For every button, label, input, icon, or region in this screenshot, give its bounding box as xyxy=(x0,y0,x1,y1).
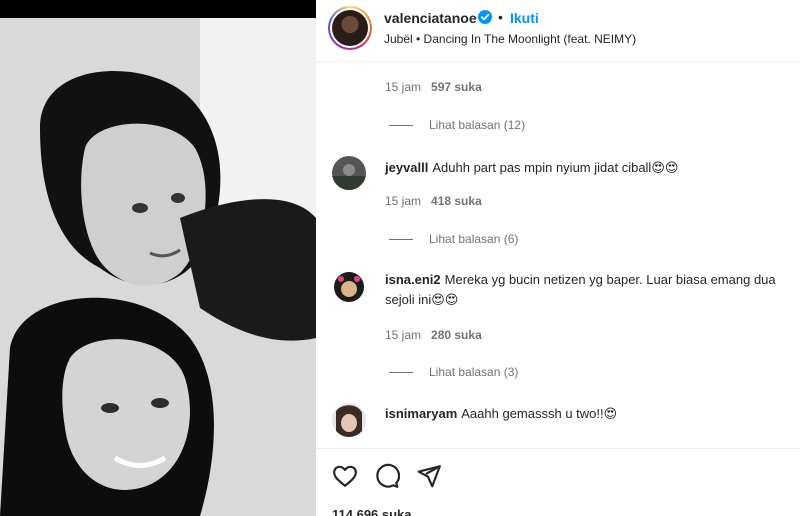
comment-time[interactable]: 15 jam xyxy=(385,194,421,208)
heart-icon[interactable] xyxy=(332,463,358,489)
post-media[interactable] xyxy=(0,0,316,516)
comment-likes[interactable]: 418 suka xyxy=(431,194,482,208)
comment-username[interactable]: jeyvalll xyxy=(385,160,428,175)
commenter-avatar[interactable] xyxy=(332,156,366,190)
media-top-bar xyxy=(0,0,316,18)
replies-divider xyxy=(389,238,413,240)
author-avatar[interactable] xyxy=(328,6,372,50)
comment-icon[interactable] xyxy=(374,463,400,489)
post-actions: 114.696 suka xyxy=(316,448,800,516)
view-replies-button[interactable]: Lihat balasan (12) xyxy=(389,118,525,132)
comment-body: isnimaryam Aaahh gemasssh u two!!😍 xyxy=(385,404,795,424)
view-replies-button[interactable]: Lihat balasan (6) xyxy=(389,232,518,246)
comment-likes[interactable]: 280 suka xyxy=(431,328,482,342)
comment-likes[interactable]: 597 suka xyxy=(431,80,482,94)
commenter-avatar[interactable] xyxy=(332,403,366,437)
comment-time[interactable]: 15 jam xyxy=(385,80,421,94)
view-replies-label: Lihat balasan (3) xyxy=(429,365,519,379)
post-side-panel: valenciatanoe • Ikuti Jubël • Dancing In… xyxy=(316,0,800,516)
replies-divider xyxy=(389,371,413,373)
comments-list[interactable]: 15 jam 597 suka Lihat balasan (12) jeyval… xyxy=(316,62,800,448)
likes-count[interactable]: 114.696 suka xyxy=(332,507,412,516)
view-replies-label: Lihat balasan (12) xyxy=(429,118,526,132)
header-separator: • xyxy=(498,9,503,25)
comment-text: Mereka yg bucin netizen yg baper. Luar b… xyxy=(385,272,776,307)
share-icon[interactable] xyxy=(416,463,442,489)
comment-username[interactable]: isna.eni2 xyxy=(385,272,441,287)
view-replies-label: Lihat balasan (6) xyxy=(429,232,519,246)
comment-body: isna.eni2 Mereka yg bucin netizen yg bape… xyxy=(385,270,795,310)
comment-username[interactable]: isnimaryam xyxy=(385,406,457,421)
comment-text: Aduhh part pas mpin nyium jidat ciball😍😍 xyxy=(432,160,679,175)
comment-body: jeyvalll Aduhh part pas mpin nyium jidat … xyxy=(385,158,795,178)
comment-meta: 15 jam 280 suka xyxy=(385,328,482,342)
author-username[interactable]: valenciatanoe xyxy=(384,10,477,26)
comment-time[interactable]: 15 jam xyxy=(385,328,421,342)
comment-meta: 15 jam 418 suka xyxy=(385,194,482,208)
post-photo xyxy=(0,18,316,516)
comment-meta: 15 jam 597 suka xyxy=(385,80,482,94)
replies-divider xyxy=(389,124,413,126)
commenter-avatar[interactable] xyxy=(332,270,366,304)
follow-button[interactable]: Ikuti xyxy=(510,10,539,26)
view-replies-button[interactable]: Lihat balasan (3) xyxy=(389,365,518,379)
post-header: valenciatanoe • Ikuti Jubël • Dancing In… xyxy=(316,0,800,62)
comment-text: Aaahh gemasssh u two!!😍 xyxy=(461,406,618,421)
author-avatar-image xyxy=(332,10,368,46)
verified-badge-icon xyxy=(478,10,492,24)
audio-track-link[interactable]: Jubël • Dancing In The Moonlight (feat. … xyxy=(384,32,636,46)
